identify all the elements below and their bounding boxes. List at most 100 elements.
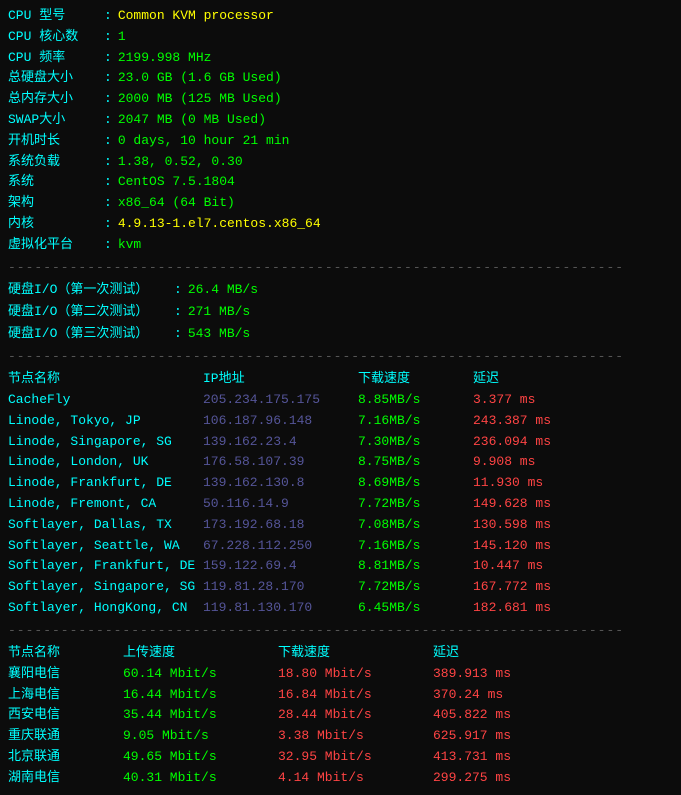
- sysinfo-row: 总内存大小 : 2000 MB (125 MB Used): [8, 89, 673, 110]
- network-row: Linode, Tokyo, JP 106.187.96.148 7.16MB/…: [8, 411, 673, 432]
- td2-lat: 625.917 ms: [433, 726, 553, 747]
- cn-network-row: 西安电信 35.44 Mbit/s 28.44 Mbit/s 405.822 m…: [8, 705, 673, 726]
- network-table-section: 节点名称 IP地址 下载速度 延迟 CacheFly 205.234.175.1…: [8, 368, 673, 619]
- sysinfo-label: 总硬盘大小: [8, 68, 98, 89]
- disk-row: 硬盘I/O（第二次测试） : 271 MB/s: [8, 301, 673, 323]
- network-row: Softlayer, Singapore, SG 119.81.28.170 7…: [8, 577, 673, 598]
- td-ip: 67.228.112.250: [203, 536, 358, 557]
- sysinfo-row: CPU 核心数 : 1: [8, 27, 673, 48]
- th-name: 节点名称: [8, 368, 203, 390]
- td-lat: 182.681 ms: [473, 598, 593, 619]
- sysinfo-value: 4.9.13-1.el7.centos.x86_64: [118, 214, 321, 235]
- disk-row: 硬盘I/O（第一次测试） : 26.4 MB/s: [8, 279, 673, 301]
- sysinfo-row: SWAP大小 : 2047 MB (0 MB Used): [8, 110, 673, 131]
- network-row: CacheFly 205.234.175.175 8.85MB/s 3.377 …: [8, 390, 673, 411]
- td-ip: 205.234.175.175: [203, 390, 358, 411]
- disk-label: 硬盘I/O（第二次测试）: [8, 301, 168, 323]
- sysinfo-colon: :: [104, 152, 112, 173]
- sysinfo-row: 架构 : x86_64 (64 Bit): [8, 193, 673, 214]
- sysinfo-colon: :: [104, 214, 112, 235]
- td-name: Linode, London, UK: [8, 452, 203, 473]
- td-name: Linode, Fremont, CA: [8, 494, 203, 515]
- sysinfo-row: 总硬盘大小 : 23.0 GB (1.6 GB Used): [8, 68, 673, 89]
- td-name: Softlayer, Singapore, SG: [8, 577, 203, 598]
- network-row: Linode, London, UK 176.58.107.39 8.75MB/…: [8, 452, 673, 473]
- cn-network-row: 湖南电信 40.31 Mbit/s 4.14 Mbit/s 299.275 ms: [8, 768, 673, 789]
- td-lat: 167.772 ms: [473, 577, 593, 598]
- sysinfo-value: CentOS 7.5.1804: [118, 172, 235, 193]
- sysinfo-colon: :: [104, 172, 112, 193]
- td-name: Softlayer, HongKong, CN: [8, 598, 203, 619]
- disk-value: 543 MB/s: [188, 323, 250, 345]
- td-name: Linode, Singapore, SG: [8, 432, 203, 453]
- sysinfo-value: kvm: [118, 235, 141, 256]
- divider-2: ----------------------------------------…: [8, 349, 673, 364]
- cn-network-table-header: 节点名称 上传速度 下载速度 延迟: [8, 642, 673, 664]
- sysinfo-label: 虚拟化平台: [8, 235, 98, 256]
- sysinfo-value: 2000 MB (125 MB Used): [118, 89, 282, 110]
- disk-colon: :: [174, 323, 182, 345]
- th2-name: 节点名称: [8, 642, 123, 664]
- td-lat: 145.120 ms: [473, 536, 593, 557]
- network-table-header: 节点名称 IP地址 下载速度 延迟: [8, 368, 673, 390]
- disk-row: 硬盘I/O（第三次测试） : 543 MB/s: [8, 323, 673, 345]
- td-dl: 7.16MB/s: [358, 536, 473, 557]
- td2-name: 重庆联通: [8, 726, 123, 747]
- cn-network-row: 上海电信 16.44 Mbit/s 16.84 Mbit/s 370.24 ms: [8, 685, 673, 706]
- td2-dl: 18.80 Mbit/s: [278, 664, 433, 685]
- td-name: CacheFly: [8, 390, 203, 411]
- disk-section: 硬盘I/O（第一次测试） : 26.4 MB/s 硬盘I/O（第二次测试） : …: [8, 279, 673, 345]
- network-row: Linode, Fremont, CA 50.116.14.9 7.72MB/s…: [8, 494, 673, 515]
- td-ip: 119.81.130.170: [203, 598, 358, 619]
- td-name: Linode, Frankfurt, DE: [8, 473, 203, 494]
- sysinfo-value: 23.0 GB (1.6 GB Used): [118, 68, 282, 89]
- td-ip: 119.81.28.170: [203, 577, 358, 598]
- sysinfo-section: CPU 型号 : Common KVM processor CPU 核心数 : …: [8, 6, 673, 256]
- sysinfo-label: 架构: [8, 193, 98, 214]
- sysinfo-value: Common KVM processor: [118, 6, 274, 27]
- td2-lat: 413.731 ms: [433, 747, 553, 768]
- disk-colon: :: [174, 301, 182, 323]
- sysinfo-colon: :: [104, 48, 112, 69]
- td-name: Softlayer, Frankfurt, DE: [8, 556, 203, 577]
- sysinfo-value: 1.38, 0.52, 0.30: [118, 152, 243, 173]
- th-lat: 延迟: [473, 368, 593, 390]
- cn-network-row: 重庆联通 9.05 Mbit/s 3.38 Mbit/s 625.917 ms: [8, 726, 673, 747]
- td-ip: 159.122.69.4: [203, 556, 358, 577]
- td-lat: 130.598 ms: [473, 515, 593, 536]
- td-name: Softlayer, Dallas, TX: [8, 515, 203, 536]
- sysinfo-label: CPU 核心数: [8, 27, 98, 48]
- sysinfo-colon: :: [104, 131, 112, 152]
- sysinfo-colon: :: [104, 193, 112, 214]
- td-lat: 149.628 ms: [473, 494, 593, 515]
- td-name: Softlayer, Seattle, WA: [8, 536, 203, 557]
- sysinfo-colon: :: [104, 6, 112, 27]
- th-ip: IP地址: [203, 368, 358, 390]
- sysinfo-value: 2047 MB (0 MB Used): [118, 110, 266, 131]
- td2-lat: 299.275 ms: [433, 768, 553, 789]
- sysinfo-row: CPU 型号 : Common KVM processor: [8, 6, 673, 27]
- td-ip: 106.187.96.148: [203, 411, 358, 432]
- th2-lat: 延迟: [433, 642, 553, 664]
- td2-dl: 3.38 Mbit/s: [278, 726, 433, 747]
- th2-ul: 上传速度: [123, 642, 278, 664]
- td-ip: 50.116.14.9: [203, 494, 358, 515]
- sysinfo-label: CPU 频率: [8, 48, 98, 69]
- disk-value: 26.4 MB/s: [188, 279, 258, 301]
- disk-colon: :: [174, 279, 182, 301]
- divider-1: ----------------------------------------…: [8, 260, 673, 275]
- cn-network-row: 北京联通 49.65 Mbit/s 32.95 Mbit/s 413.731 m…: [8, 747, 673, 768]
- sysinfo-row: 内核 : 4.9.13-1.el7.centos.x86_64: [8, 214, 673, 235]
- divider-3: ----------------------------------------…: [8, 623, 673, 638]
- td-dl: 8.81MB/s: [358, 556, 473, 577]
- td-dl: 7.72MB/s: [358, 494, 473, 515]
- td2-ul: 60.14 Mbit/s: [123, 664, 278, 685]
- td-dl: 6.45MB/s: [358, 598, 473, 619]
- td-ip: 139.162.23.4: [203, 432, 358, 453]
- th-dl: 下载速度: [358, 368, 473, 390]
- td-ip: 176.58.107.39: [203, 452, 358, 473]
- td-dl: 7.16MB/s: [358, 411, 473, 432]
- sysinfo-label: 系统负载: [8, 152, 98, 173]
- td2-dl: 16.84 Mbit/s: [278, 685, 433, 706]
- sysinfo-label: CPU 型号: [8, 6, 98, 27]
